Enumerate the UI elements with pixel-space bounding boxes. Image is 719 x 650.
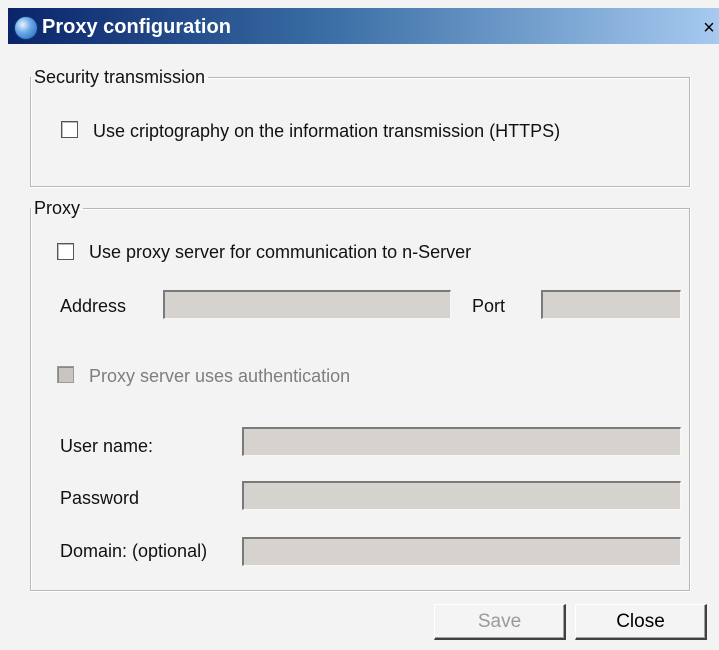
address-input[interactable] [163,290,451,319]
use-proxy-checkbox-label[interactable]: Use proxy server for communication to n-… [89,242,471,263]
username-label: User name: [60,436,154,456]
port-input[interactable] [541,290,681,319]
app-globe-icon [14,16,38,40]
proxy-configuration-dialog: Proxy configuration × Security transmiss… [0,0,719,650]
window-title: Proxy configuration [42,16,231,38]
domain-input[interactable] [242,537,681,566]
https-checkbox[interactable] [61,121,78,138]
proxy-auth-checkbox[interactable] [57,366,74,383]
https-checkbox-label[interactable]: Use criptography on the information tran… [93,121,560,142]
proxy-auth-checkbox-label[interactable]: Proxy server uses authentication [89,366,350,387]
domain-label: Domain: (optional) [60,541,208,561]
security-transmission-legend: Security transmission [34,67,206,87]
address-label: Address [60,296,127,316]
close-button[interactable]: Close [575,604,707,640]
proxy-legend: Proxy [34,198,81,218]
password-label: Password [60,488,140,508]
close-window-button[interactable]: × [701,18,717,38]
save-button[interactable]: Save [434,604,566,640]
port-label: Port [472,296,506,316]
username-input[interactable] [242,427,681,456]
title-bar[interactable]: Proxy configuration × [8,8,719,44]
use-proxy-checkbox[interactable] [57,243,74,260]
password-input[interactable] [242,481,681,510]
